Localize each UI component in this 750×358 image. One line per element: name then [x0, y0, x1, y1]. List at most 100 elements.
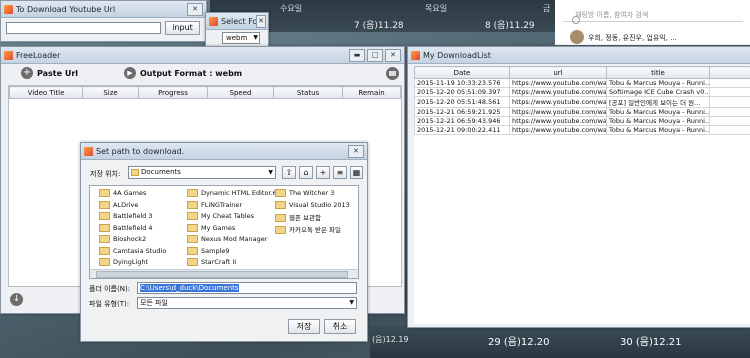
output-format-button[interactable]: ▶ Output Format : webm: [124, 67, 242, 79]
filetype-select[interactable]: 모든 파일 ▼: [137, 297, 357, 309]
calendar-day-thu: 목요일: [425, 4, 448, 13]
file-item-label: DyingLight: [113, 258, 149, 266]
filename-label: 폴더 이름(N):: [89, 285, 131, 293]
file-item[interactable]: 웹폰 보관함: [275, 212, 321, 222]
downloadlist-table: Date url title 2015-11-19 10:33:23.576 ht…: [414, 66, 750, 135]
file-item[interactable]: My Cheat Tables: [187, 212, 254, 220]
calendar-date-30: 30 (음)12.21: [620, 337, 682, 348]
calendar-date-7: 7 (음)11.28: [354, 21, 404, 31]
url-input-window: To Download Youtube Url ✕ input: [0, 0, 207, 42]
chat-search-input[interactable]: 채팅방 이름, 참여자 검색: [563, 7, 743, 24]
file-item[interactable]: Battlefield 3: [99, 212, 153, 220]
paste-url-button[interactable]: + Paste Url: [21, 67, 78, 79]
format-select[interactable]: webm ▼: [222, 32, 260, 44]
freeloader-titlebar[interactable]: FreeLoader ▬ □ ✕: [1, 47, 404, 64]
column-url[interactable]: url: [509, 66, 607, 79]
format-window-titlebar[interactable]: Select Fo... ✕: [206, 13, 268, 30]
file-item[interactable]: Battlefield 4: [99, 223, 153, 232]
file-item-label: ALDrive: [113, 200, 139, 209]
column-speed[interactable]: Speed: [207, 86, 274, 99]
file-item[interactable]: 4A Games: [99, 189, 146, 197]
scrollbar-thumb[interactable]: [96, 271, 348, 278]
table-row[interactable]: 2015-12-20 05:51:48.561 https://www.youtu…: [414, 96, 750, 108]
file-item[interactable]: DyingLight: [99, 258, 148, 266]
file-item[interactable]: The Witcher 3: [275, 189, 334, 197]
url-window-titlebar[interactable]: To Download Youtube Url ✕: [1, 1, 206, 18]
calendar-date-8: 8 (음)11.29: [485, 21, 535, 31]
folder-icon: [99, 189, 110, 197]
cell-tail: 6: [709, 107, 750, 117]
cancel-button[interactable]: 취소: [324, 319, 356, 334]
cell-url: https://www.youtube.com/watc...: [509, 78, 607, 88]
save-dialog-titlebar[interactable]: Set path to download. ✕: [81, 143, 367, 160]
table-row[interactable]: 2015-12-21 06:59:21.925 https://www.youtu…: [414, 107, 750, 117]
column-extra[interactable]: [709, 66, 750, 79]
cell-url: https://www.youtube.com/watc...: [509, 116, 607, 126]
file-item[interactable]: FLiNGTrainer: [187, 200, 242, 209]
cell-title: Tobu & Marcus Mouya - Runni...: [606, 125, 710, 135]
app-icon: [84, 146, 93, 156]
plus-icon: +: [21, 67, 33, 79]
file-item[interactable]: ALDrive: [99, 200, 139, 209]
download-arrow-icon[interactable]: ↓: [10, 293, 23, 306]
folder-icon: [187, 200, 198, 209]
folder-icon: [187, 189, 198, 197]
close-icon[interactable]: ✕: [187, 3, 203, 16]
home-icon[interactable]: ⌂: [299, 166, 313, 179]
folder-icon: [99, 246, 110, 255]
column-title[interactable]: title: [606, 66, 710, 79]
file-item[interactable]: Sample9: [187, 246, 230, 255]
cell-date: 2015-12-21 06:59:21.925: [414, 107, 510, 117]
up-folder-icon[interactable]: ⇧: [282, 166, 296, 179]
chevron-down-icon[interactable]: ▼: [268, 167, 273, 178]
file-item[interactable]: Nexus Mod Manager: [187, 235, 267, 243]
maximize-icon[interactable]: □: [367, 49, 383, 62]
file-item[interactable]: Dynamic HTML Editor.6x: [187, 189, 281, 197]
column-progress[interactable]: Progress: [138, 86, 208, 99]
close-icon[interactable]: ✕: [385, 49, 401, 62]
input-button[interactable]: input: [165, 21, 200, 35]
chevron-down-icon[interactable]: ▼: [253, 33, 258, 43]
horizontal-scrollbar[interactable]: [90, 269, 358, 278]
close-icon[interactable]: ✕: [348, 145, 364, 158]
minimize-icon[interactable]: ▬: [349, 49, 365, 62]
downloadlist-titlebar[interactable]: My DownloadList: [408, 47, 750, 64]
table-row[interactable]: 2015-12-21 06:59:43.946 https://www.youtu…: [414, 116, 750, 126]
file-item-label: 4A Games: [113, 189, 147, 197]
cell-url: https://www.youtube.com/watc...: [509, 87, 607, 97]
file-item[interactable]: Visual Studio 2013: [275, 200, 350, 209]
details-view-icon[interactable]: ▦: [350, 166, 363, 179]
file-item[interactable]: Bioshock2: [99, 235, 146, 243]
save-button[interactable]: 저장: [288, 319, 320, 334]
close-icon[interactable]: ✕: [256, 15, 266, 28]
filename-input[interactable]: C:\Users\d_duck\Documents: [137, 282, 357, 294]
table-row[interactable]: 2015-12-20 05:51:09.397 https://www.youtu…: [414, 87, 750, 97]
list-view-icon[interactable]: ≡: [333, 166, 347, 179]
calendar-date-28: (음)12.19: [372, 335, 409, 344]
file-item[interactable]: My Games: [187, 223, 235, 232]
cell-title: Tobu & Marcus Mouya - Runni...: [606, 107, 710, 117]
folder-icon: [131, 169, 139, 176]
youtube-url-input[interactable]: [6, 22, 161, 34]
table-row[interactable]: 2015-11-19 10:33:23.576 https://www.youtu…: [414, 78, 750, 88]
url-window-title: To Download Youtube Url: [16, 4, 116, 14]
column-size[interactable]: Size: [82, 86, 139, 99]
file-item-label: Nexus Mod Manager: [201, 235, 268, 243]
file-item[interactable]: StarCraft II: [187, 258, 236, 266]
cell-date: 2015-12-21 06:59:43.946: [414, 116, 510, 126]
chevron-down-icon[interactable]: ▼: [349, 298, 354, 308]
file-item[interactable]: 카카오톡 받은 파일: [275, 224, 341, 234]
file-item[interactable]: Camtasia Studio: [99, 246, 166, 255]
table-row[interactable]: 2015-12-21 09:00:22.411 https://www.youtu…: [414, 125, 750, 135]
lookin-select[interactable]: Documents ▼: [128, 166, 276, 179]
chat-room-names[interactable]: 우희, 정동, 유진우, 업유익, ...: [588, 33, 677, 43]
avatar[interactable]: [570, 30, 584, 44]
column-remain[interactable]: Remain: [342, 86, 401, 99]
freeloader-title: FreeLoader: [16, 50, 61, 60]
column-video-title[interactable]: Video Title: [9, 86, 83, 99]
calendar-day-fri: 금: [543, 4, 551, 13]
column-date[interactable]: Date: [414, 66, 510, 79]
new-folder-icon[interactable]: +: [316, 166, 330, 179]
column-status[interactable]: Status: [273, 86, 343, 99]
folder-icon[interactable]: [386, 67, 399, 80]
